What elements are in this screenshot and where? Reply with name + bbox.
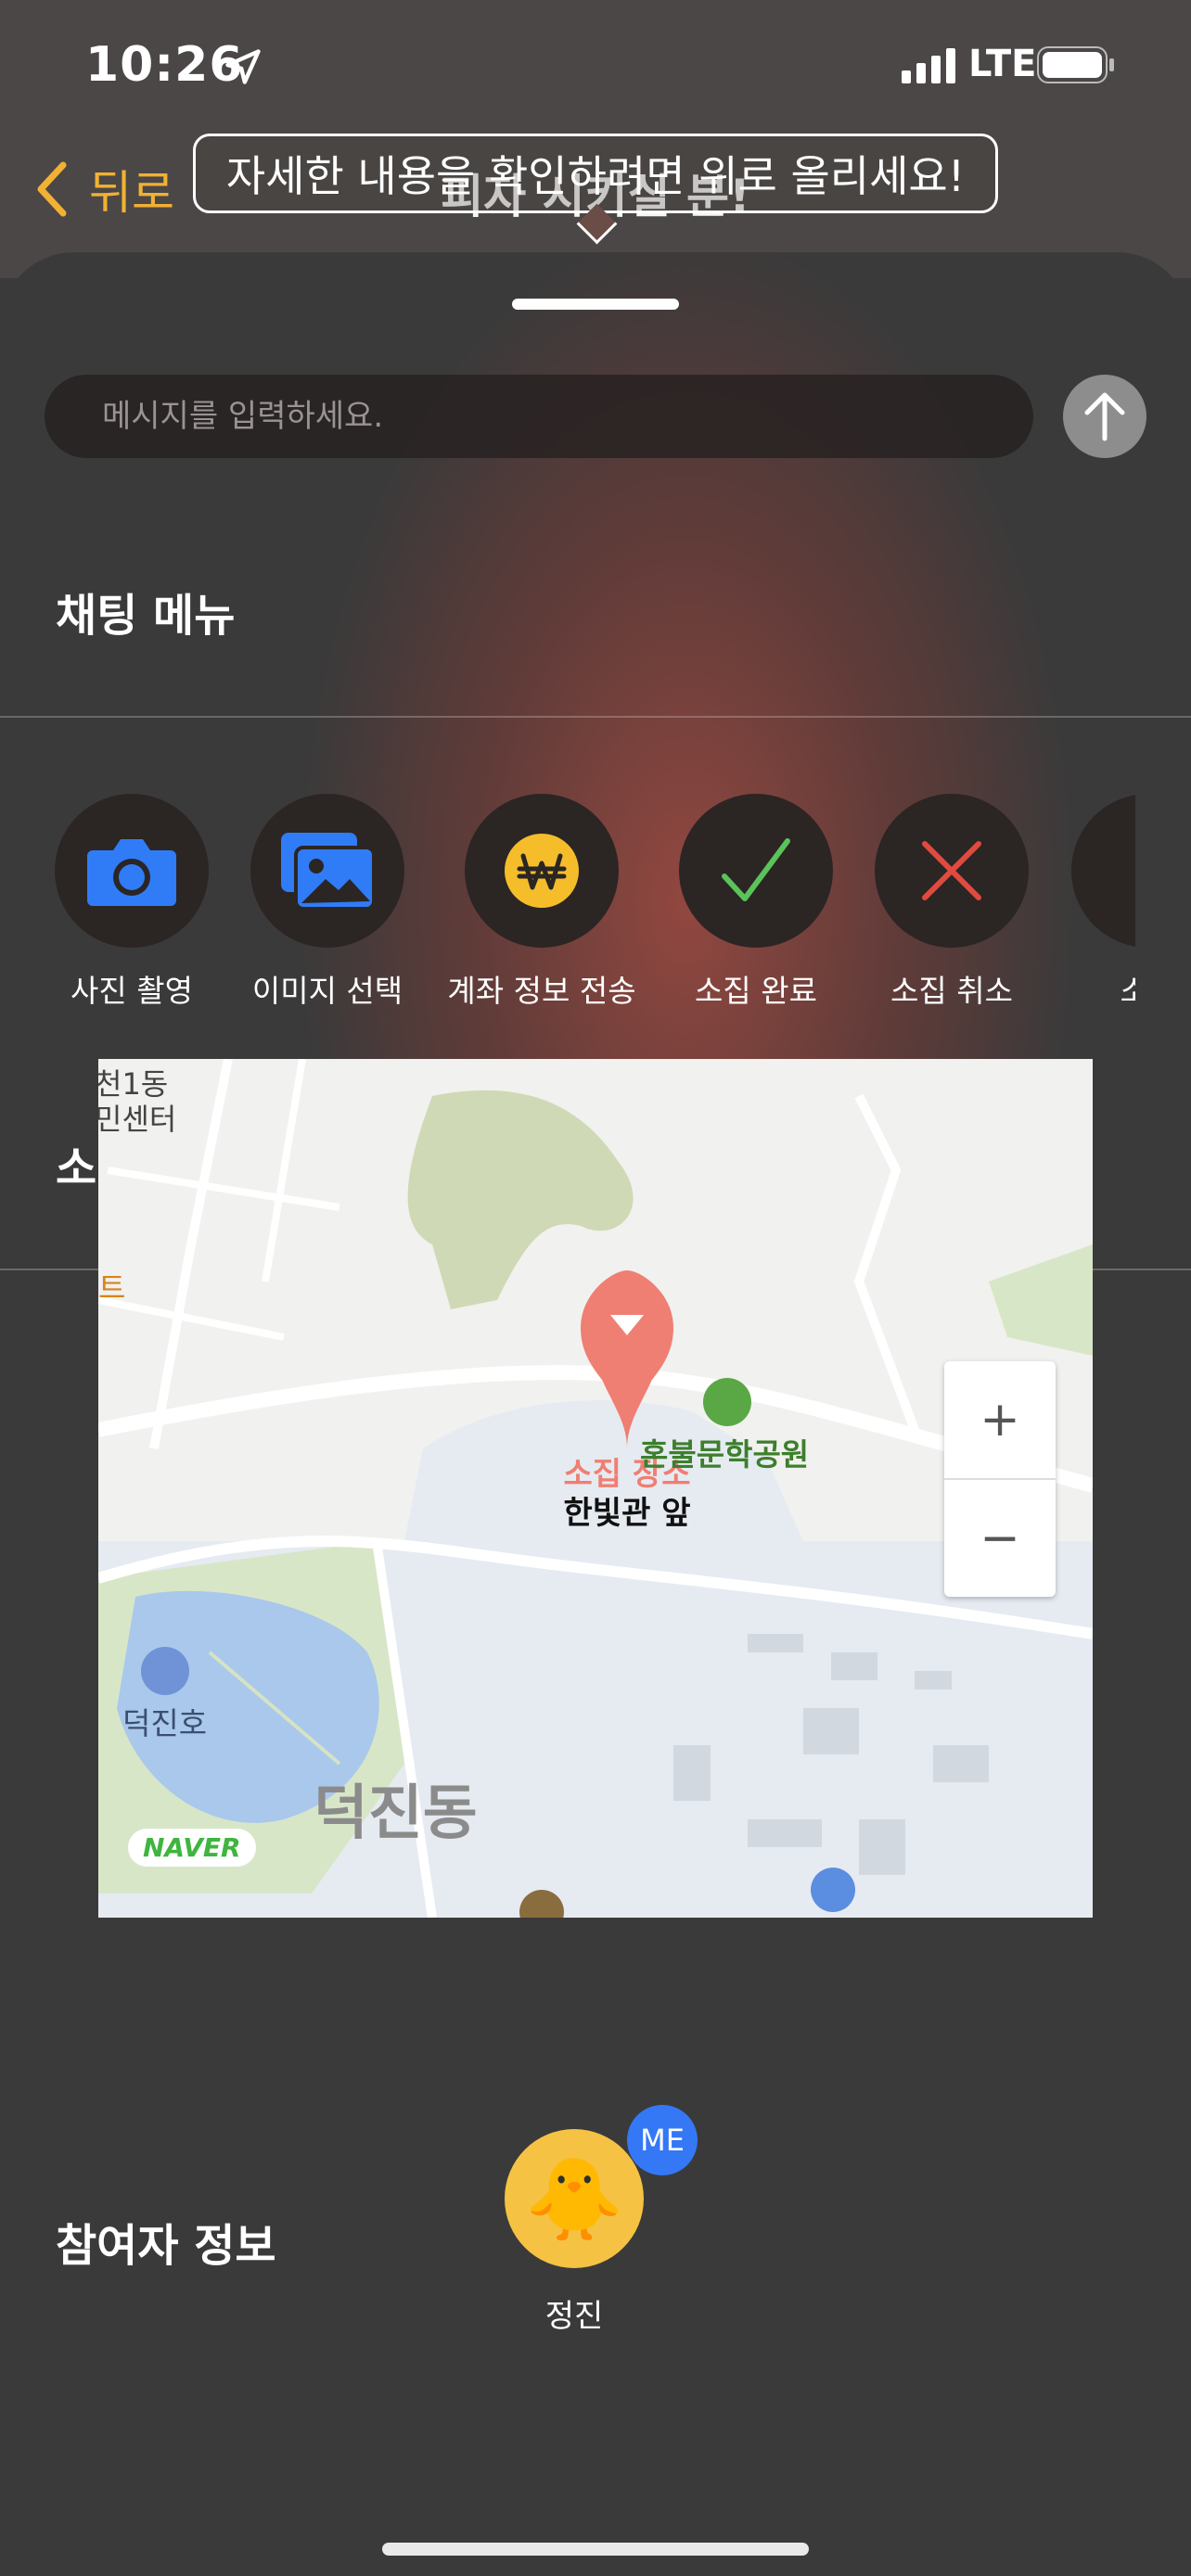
menu-label: 소집 취소 bbox=[890, 973, 1013, 1009]
image-gallery-icon bbox=[281, 833, 376, 911]
menu-item-report[interactable]: 소집 bbox=[1037, 794, 1135, 1011]
zoom-out-button[interactable]: − bbox=[944, 1480, 1056, 1597]
district-label: 덕진동 bbox=[314, 1779, 478, 1848]
menu-circle bbox=[55, 794, 209, 948]
location-arrow-icon bbox=[225, 49, 261, 84]
menu-circle bbox=[250, 794, 404, 948]
menu-label: 이미지 선택 bbox=[251, 973, 403, 1009]
home-indicator bbox=[382, 2543, 809, 2556]
menu-label: 소집 bbox=[1120, 973, 1135, 1009]
naver-logo: NAVER bbox=[128, 1829, 256, 1867]
x-cancel-icon bbox=[922, 841, 981, 900]
signal-bars-icon bbox=[902, 48, 955, 83]
tooltip-text: 자세한 내용을 확인하려면 위로 올리세요! bbox=[225, 151, 966, 201]
divider bbox=[0, 716, 1191, 718]
menu-circle bbox=[875, 794, 1029, 948]
status-time: 10:26 bbox=[85, 37, 244, 93]
menu-label: 사진 촬영 bbox=[70, 973, 193, 1009]
sheet-grabber[interactable] bbox=[512, 299, 679, 310]
menu-circle bbox=[1071, 794, 1135, 948]
menu-item-send-account[interactable]: 계좌 정보 전송 bbox=[430, 794, 653, 1011]
zoom-controls: + − bbox=[944, 1361, 1056, 1597]
corner-label: 트 bbox=[98, 1270, 126, 1306]
menu-label: 소집 완료 bbox=[695, 973, 817, 1009]
corner-label: 민센터 bbox=[98, 1102, 177, 1137]
chat-menu-row: 사진 촬영 이미지 선택 계좌 정보 전송 소집 완료 소집 취소 소 bbox=[0, 794, 1135, 1035]
report-icon bbox=[1107, 829, 1135, 912]
chat-menu-title: 채팅 메뉴 bbox=[56, 590, 236, 642]
menu-item-cancel[interactable]: 소집 취소 bbox=[840, 794, 1063, 1011]
participant-name: 정진 bbox=[544, 2298, 604, 2335]
network-type: LTE bbox=[968, 43, 1037, 85]
lake-label: 덕진호 bbox=[122, 1705, 208, 1741]
menu-label: 계좌 정보 전송 bbox=[447, 973, 636, 1009]
send-button[interactable] bbox=[1063, 375, 1146, 458]
battery-icon bbox=[1037, 46, 1114, 83]
menu-circle bbox=[465, 794, 619, 948]
participants-title: 참여자 정보 bbox=[56, 2220, 276, 2272]
pin-place: 한빛관 앞 bbox=[563, 1495, 691, 1532]
menu-circle bbox=[679, 794, 833, 948]
zoom-in-button[interactable]: + bbox=[944, 1361, 1056, 1478]
camera-icon bbox=[87, 839, 176, 906]
park-label: 혼불문학공원 bbox=[640, 1436, 810, 1473]
arrow-up-icon bbox=[1084, 392, 1125, 441]
checkmark-icon bbox=[722, 838, 790, 901]
menu-item-take-photo[interactable]: 사진 촬영 bbox=[20, 794, 243, 1011]
map-view[interactable]: 소집 장소 한빛관 앞 혼불문학공원 덕진호 덕진동 천1동 민센터 트 NAV… bbox=[98, 1059, 1093, 1918]
me-badge: ME bbox=[627, 2105, 698, 2175]
message-input[interactable] bbox=[45, 375, 1033, 458]
won-coin-icon bbox=[505, 834, 579, 908]
swipe-up-tooltip: 자세한 내용을 확인하려면 위로 올리세요! bbox=[193, 134, 998, 213]
menu-item-complete[interactable]: 소집 완료 bbox=[645, 794, 867, 1011]
participant-avatar[interactable]: 🐥 bbox=[505, 2129, 644, 2268]
menu-item-choose-image[interactable]: 이미지 선택 bbox=[216, 794, 439, 1011]
